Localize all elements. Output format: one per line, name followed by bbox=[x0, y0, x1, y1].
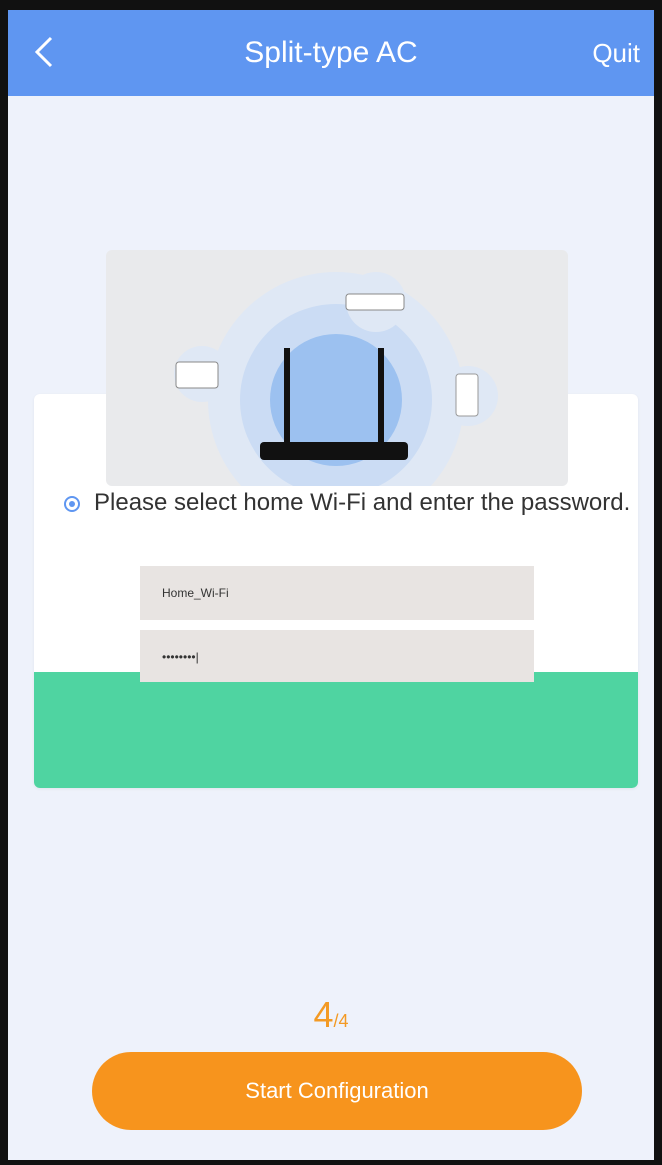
instruction-text: Please select home Wi-Fi and enter the p… bbox=[94, 489, 631, 516]
radio-icon bbox=[64, 496, 80, 512]
split-ac-icon bbox=[345, 293, 405, 311]
ac-unit-icon bbox=[175, 361, 219, 389]
wifi-router-illustration bbox=[106, 250, 568, 486]
step-current: 4 bbox=[313, 994, 334, 1035]
quit-button[interactable]: Quit bbox=[592, 10, 640, 96]
instruction: Please select home Wi-Fi and enter the p… bbox=[64, 488, 634, 518]
portable-ac-icon bbox=[455, 373, 479, 417]
step-indicator: 4/4 bbox=[8, 994, 654, 1036]
wifi-ssid-field[interactable]: Home_Wi-Fi bbox=[140, 566, 534, 620]
page-title: Split-type AC bbox=[244, 36, 418, 69]
green-panel bbox=[34, 672, 638, 788]
app-screen: Split-type AC Quit Please select home Wi… bbox=[8, 10, 654, 1160]
step-total: /4 bbox=[333, 1011, 349, 1031]
wifi-password-field[interactable]: ••••••••| bbox=[140, 628, 534, 682]
start-configuration-button[interactable]: Start Configuration bbox=[92, 1052, 582, 1130]
app-header: Split-type AC Quit bbox=[8, 10, 654, 96]
